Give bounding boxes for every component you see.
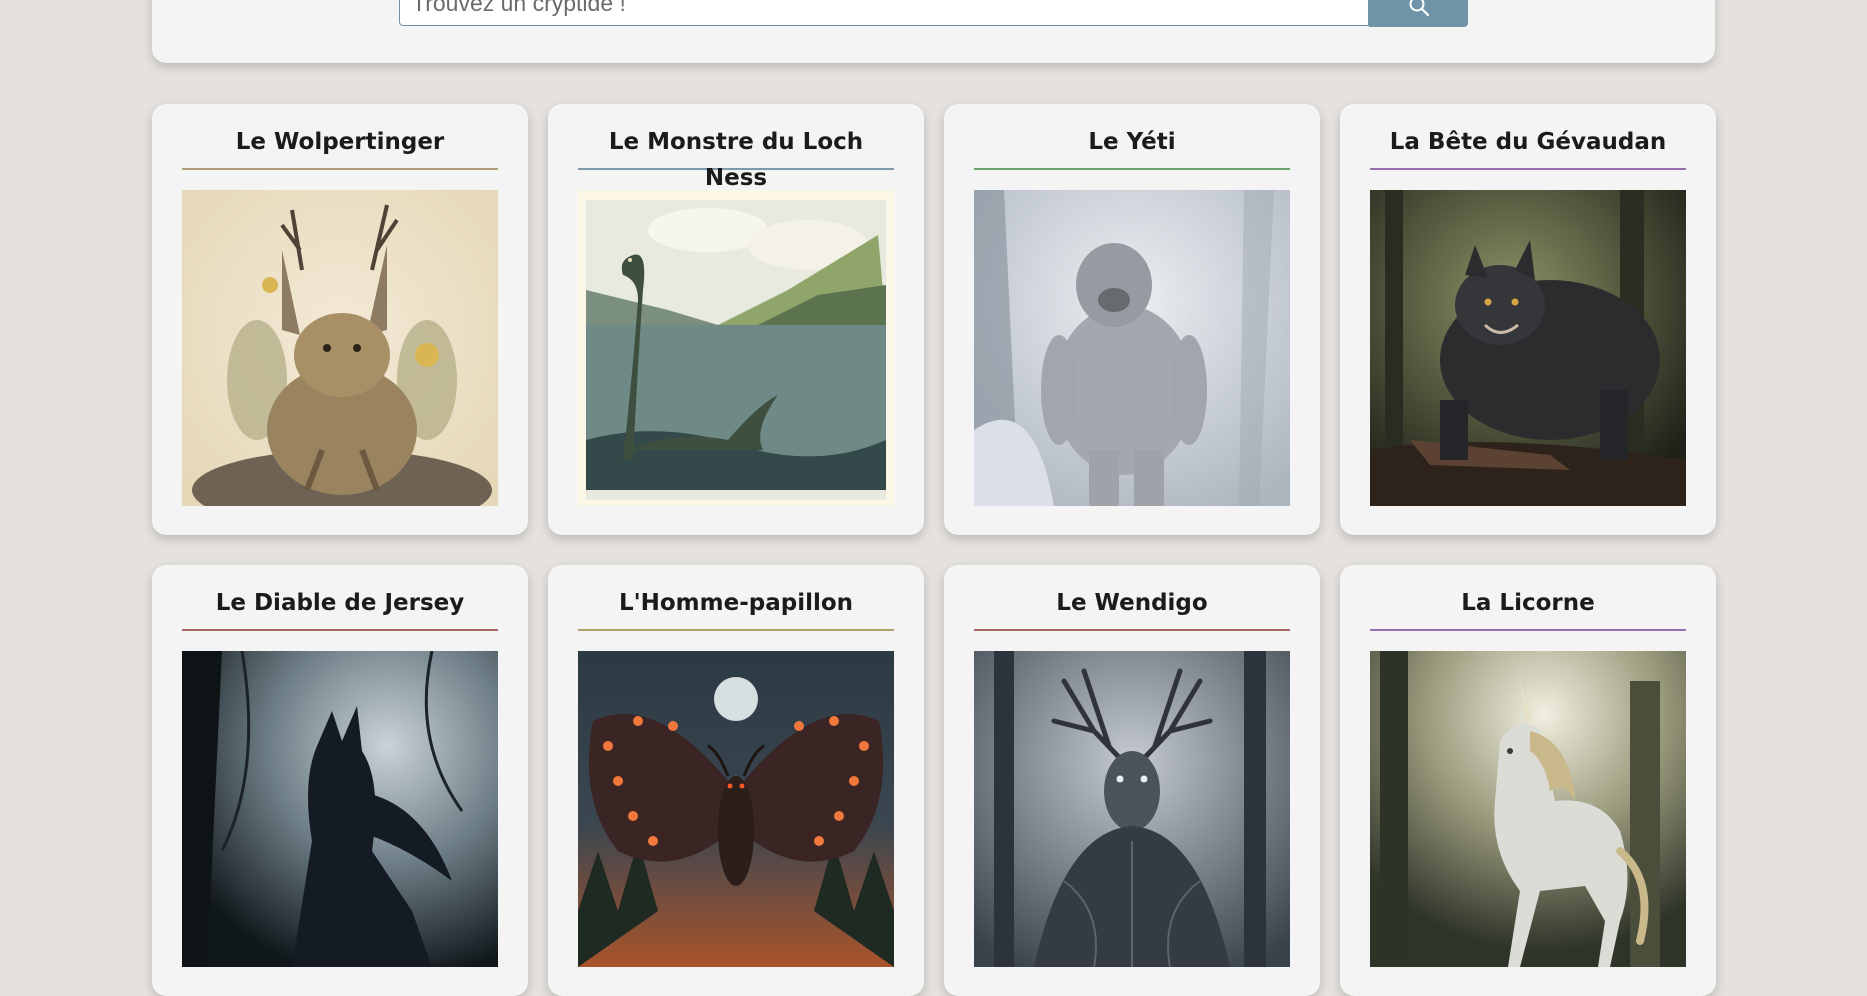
cryptid-card[interactable]: La Licorne [1340,565,1716,996]
cryptid-card[interactable]: Le Yéti [944,104,1320,535]
card-title: Le Wendigo [974,565,1290,631]
card-title: Le Wolpertinger [182,104,498,170]
cryptid-card[interactable]: La Bête du Gévaudan [1340,104,1716,535]
yeti-illustration[interactable] [974,190,1290,506]
card-title: La Bête du Gévaudan [1370,104,1686,170]
card-title: Le Monstre du Loch Ness [578,104,894,191]
cryptid-card[interactable]: Le Wendigo [944,565,1320,996]
cryptid-card[interactable]: Le Monstre du Loch Ness [548,104,924,535]
cryptid-grid: Le Wolpertinger Le Monstre du Loch Ness … [152,104,1716,996]
unicorn-illustration[interactable] [1370,651,1686,967]
card-title: La Licorne [1370,565,1686,631]
mothman-illustration[interactable] [578,651,894,967]
search-icon [1409,0,1429,17]
cryptid-card[interactable]: Le Wolpertinger [152,104,528,535]
card-title: Le Yéti [974,104,1290,170]
card-title: Le Diable de Jersey [182,565,498,631]
wolpertinger-illustration[interactable] [182,190,498,506]
wendigo-illustration[interactable] [974,651,1290,967]
cryptid-card[interactable]: Le Diable de Jersey [152,565,528,996]
search-panel [152,0,1715,63]
loch-ness-illustration[interactable] [578,190,894,506]
search-input[interactable] [399,0,1369,26]
jersey-devil-illustration[interactable] [182,651,498,967]
card-title: L'Homme-papillon [578,565,894,631]
cryptid-card[interactable]: L'Homme-papillon [548,565,924,996]
gevaudan-beast-illustration[interactable] [1370,190,1686,506]
search-button[interactable] [1369,0,1468,27]
